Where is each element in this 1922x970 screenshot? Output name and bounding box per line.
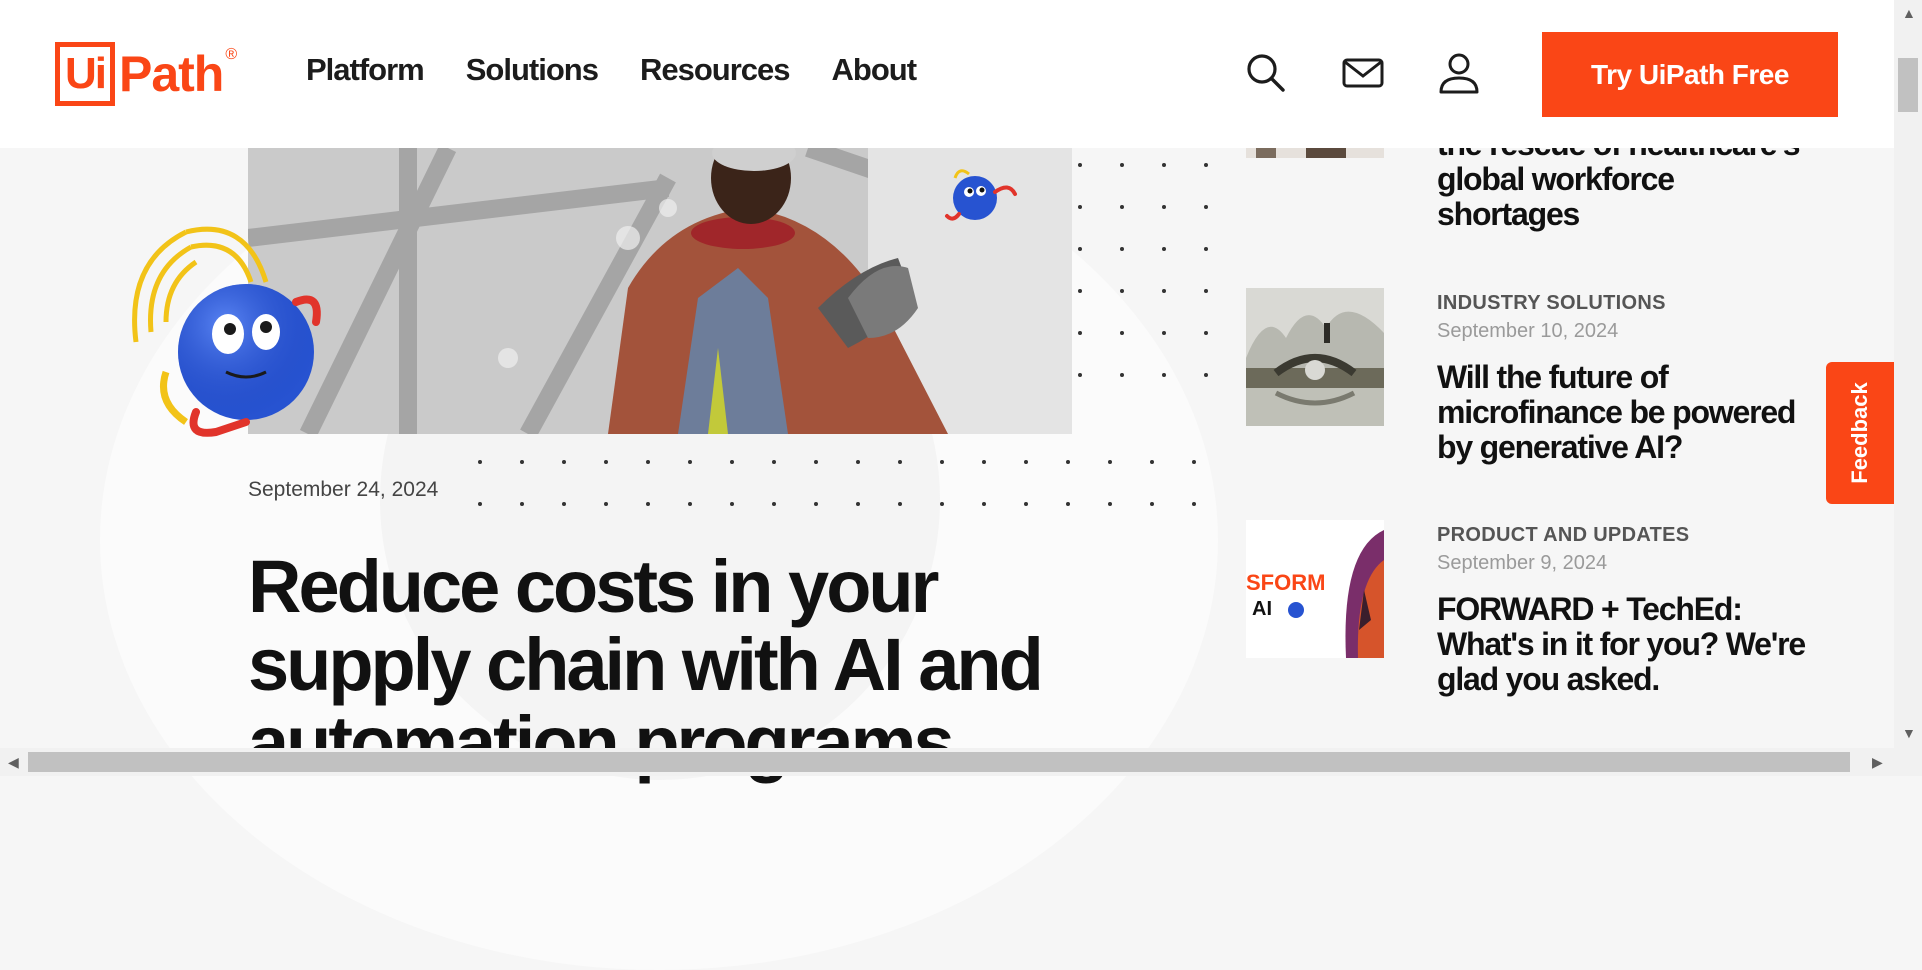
nav-resources[interactable]: Resources <box>640 52 791 88</box>
site-header: Ui Path ® Platform Solutions Resources A… <box>0 0 1894 148</box>
scroll-left-arrow-icon[interactable]: ◀ <box>8 755 19 769</box>
article-title-3[interactable]: FORWARD + TechEd: What's in it for you? … <box>1437 592 1807 697</box>
title-line: microfinance be powered <box>1437 394 1796 430</box>
title-line: glad you asked. <box>1437 661 1660 697</box>
scroll-down-arrow-icon[interactable]: ▼ <box>1902 726 1916 740</box>
headline-line: Reduce costs in your <box>248 545 939 628</box>
mascot-large-icon <box>132 226 321 437</box>
feedback-tab[interactable]: Feedback <box>1826 362 1894 504</box>
title-line: global workforce <box>1437 161 1675 197</box>
user-icon[interactable] <box>1436 50 1482 96</box>
scroll-up-arrow-icon[interactable]: ▲ <box>1902 6 1916 20</box>
article-thumbnail-3[interactable]: SFORM AI <box>1246 520 1384 658</box>
article-headline[interactable]: Reduce costs in your supply chain with A… <box>248 548 1048 782</box>
mail-icon[interactable] <box>1340 50 1386 96</box>
title-line: FORWARD + TechEd: <box>1437 591 1743 627</box>
dot-grid-right <box>1078 163 1208 377</box>
article-date: September 24, 2024 <box>248 478 439 501</box>
thumb-text: AI <box>1252 598 1272 620</box>
nav-solutions[interactable]: Solutions <box>466 52 599 88</box>
logo-registered: ® <box>225 46 238 63</box>
mascot-small-icon <box>945 169 1017 221</box>
nav-platform[interactable]: Platform <box>306 52 425 88</box>
vertical-scrollbar[interactable]: ▲ ▼ <box>1894 0 1922 748</box>
scroll-right-arrow-icon[interactable]: ▶ <box>1872 755 1883 769</box>
uipath-logo[interactable]: Ui Path ® <box>55 40 237 108</box>
thumb-text: SFORM <box>1246 570 1325 595</box>
title-line: shortages <box>1437 196 1580 232</box>
article-category-2[interactable]: INDUSTRY SOLUTIONS <box>1437 292 1666 315</box>
article-date-3: September 9, 2024 <box>1437 552 1608 574</box>
article-title-2[interactable]: Will the future of microfinance be power… <box>1437 360 1807 465</box>
vertical-scroll-thumb[interactable] <box>1898 58 1918 112</box>
nav-about[interactable]: About <box>832 52 918 88</box>
search-icon[interactable] <box>1243 50 1289 96</box>
title-line: by generative AI? <box>1437 429 1683 465</box>
dot-grid-bottom <box>478 460 1196 506</box>
logo-box: Ui <box>55 42 115 106</box>
title-line: Will the future of <box>1437 359 1669 395</box>
feedback-label: Feedback <box>1847 382 1872 484</box>
article-thumbnail-2[interactable] <box>1246 288 1384 426</box>
logo-text: Path <box>119 46 224 102</box>
main-nav: Platform Solutions Resources About <box>306 52 918 88</box>
article-category-3[interactable]: PRODUCT AND UPDATES <box>1437 524 1689 547</box>
try-free-button[interactable]: Try UiPath Free <box>1542 32 1838 117</box>
article-date-2: September 10, 2024 <box>1437 320 1619 342</box>
title-line: What's in it for you? We're <box>1437 626 1806 662</box>
horizontal-scroll-thumb[interactable] <box>28 752 1850 772</box>
horizontal-scrollbar[interactable]: ◀ ▶ <box>0 748 1922 776</box>
headline-line: supply chain with AI and <box>248 623 1044 706</box>
